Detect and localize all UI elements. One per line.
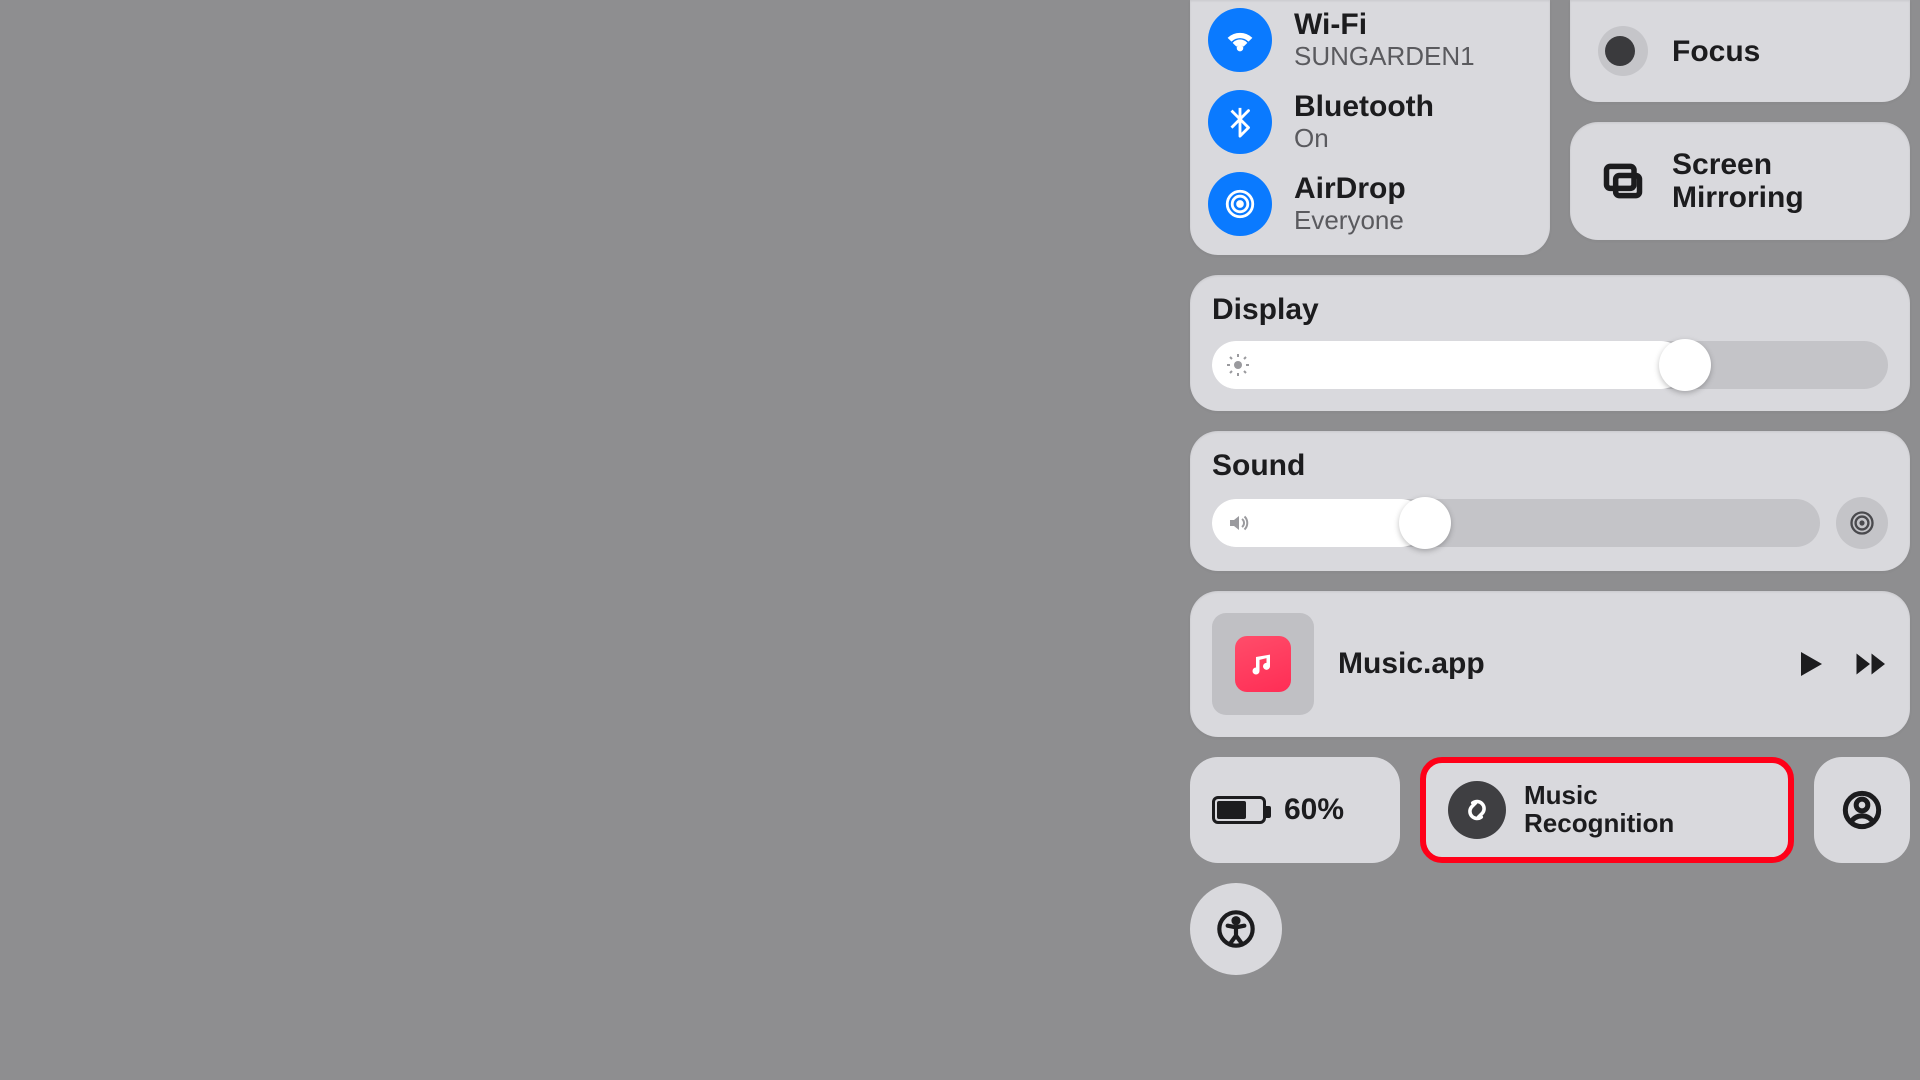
sound-card: Sound xyxy=(1190,431,1910,571)
connectivity-card: Wi-Fi SUNGARDEN1 Bluetooth On AirDro xyxy=(1190,0,1550,255)
top-row: Wi-Fi SUNGARDEN1 Bluetooth On AirDro xyxy=(1190,0,1910,255)
airplay-icon xyxy=(1848,509,1876,537)
bluetooth-label: Bluetooth xyxy=(1294,90,1434,123)
user-switch-button[interactable] xyxy=(1814,757,1910,863)
focus-label: Focus xyxy=(1672,35,1760,68)
bluetooth-icon xyxy=(1208,90,1272,154)
battery-button[interactable]: 60% xyxy=(1190,757,1400,863)
shazam-icon xyxy=(1448,781,1506,839)
wifi-button[interactable]: Wi-Fi SUNGARDEN1 xyxy=(1208,8,1532,72)
airplay-audio-button[interactable] xyxy=(1836,497,1888,549)
album-art xyxy=(1212,613,1314,715)
display-card: Display xyxy=(1190,275,1910,411)
control-center: Wi-Fi SUNGARDEN1 Bluetooth On AirDro xyxy=(1190,0,1910,975)
bottom-row: 60% MusicRecognition xyxy=(1190,757,1910,863)
wifi-icon xyxy=(1208,8,1272,72)
sun-icon xyxy=(1226,353,1250,377)
screen-mirroring-icon xyxy=(1598,156,1648,206)
music-recognition-button[interactable]: MusicRecognition xyxy=(1420,757,1794,863)
wifi-status: SUNGARDEN1 xyxy=(1294,41,1475,72)
accessibility-button[interactable] xyxy=(1190,883,1282,975)
user-icon xyxy=(1842,790,1882,830)
moon-icon xyxy=(1598,26,1648,76)
bluetooth-status: On xyxy=(1294,123,1434,154)
now-playing-title: Music.app xyxy=(1338,647,1768,681)
bluetooth-button[interactable]: Bluetooth On xyxy=(1208,90,1532,154)
focus-button[interactable]: Focus xyxy=(1570,0,1910,102)
airdrop-status: Everyone xyxy=(1294,205,1406,236)
forward-button[interactable] xyxy=(1852,646,1888,682)
airdrop-icon xyxy=(1208,172,1272,236)
screen-mirroring-label: ScreenMirroring xyxy=(1672,148,1804,214)
battery-icon xyxy=(1212,796,1266,824)
display-label: Display xyxy=(1212,293,1888,327)
side-tiles: Focus ScreenMirroring xyxy=(1570,0,1910,255)
music-app-icon xyxy=(1235,636,1291,692)
accessibility-icon xyxy=(1216,909,1256,949)
play-button[interactable] xyxy=(1792,646,1828,682)
airdrop-button[interactable]: AirDrop Everyone xyxy=(1208,172,1532,236)
speaker-icon xyxy=(1226,511,1250,535)
volume-slider[interactable] xyxy=(1212,499,1820,547)
airdrop-label: AirDrop xyxy=(1294,172,1406,205)
brightness-slider[interactable] xyxy=(1212,341,1888,389)
now-playing-card[interactable]: Music.app xyxy=(1190,591,1910,737)
wifi-label: Wi-Fi xyxy=(1294,8,1475,41)
sound-label: Sound xyxy=(1212,449,1888,483)
screen-mirroring-button[interactable]: ScreenMirroring xyxy=(1570,122,1910,240)
battery-label: 60% xyxy=(1284,793,1344,826)
music-recognition-label: MusicRecognition xyxy=(1524,782,1674,837)
